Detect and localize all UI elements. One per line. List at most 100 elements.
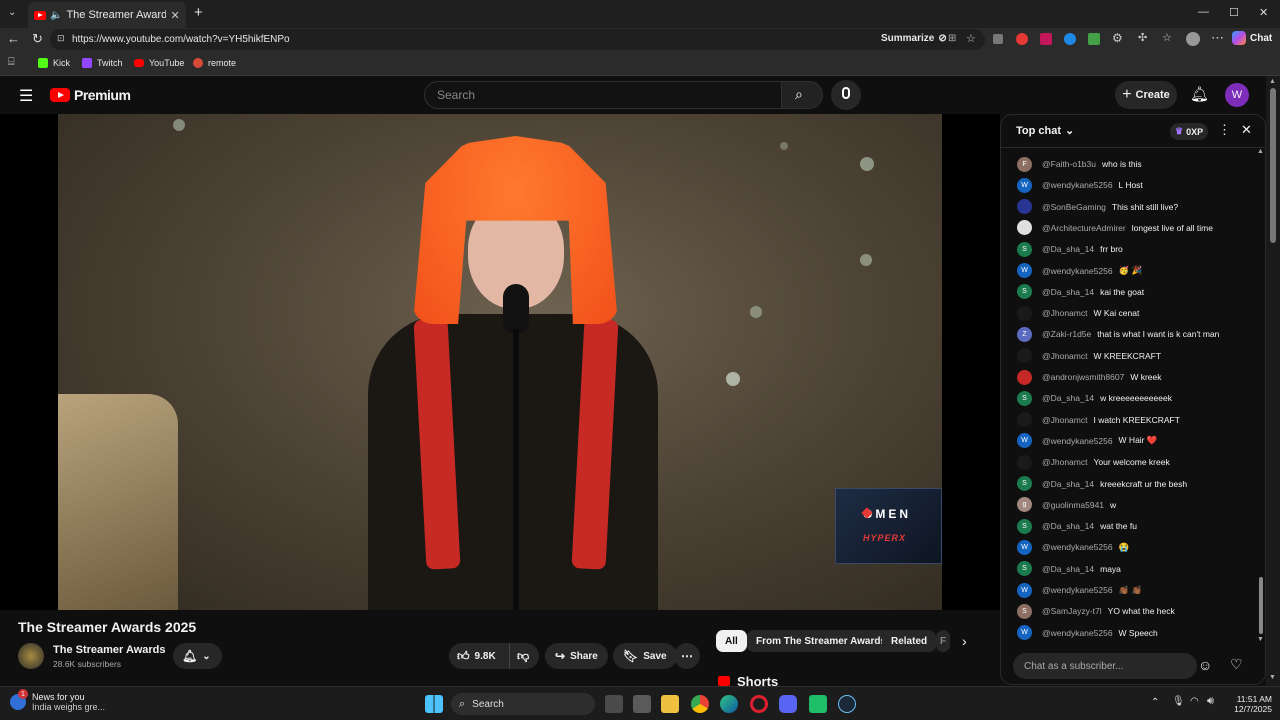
chat-author-name[interactable]: @wendykane5256 xyxy=(1042,436,1113,446)
page-scrollbar[interactable]: ▲ ▼ xyxy=(1266,76,1280,686)
chat-author-avatar[interactable]: F xyxy=(1017,156,1032,172)
create-button[interactable]: + Create xyxy=(1115,81,1177,109)
chat-author-name[interactable]: @Jhonamct xyxy=(1042,457,1087,467)
profile-avatar-icon[interactable] xyxy=(1186,32,1200,46)
chat-input[interactable]: Chat as a subscriber... xyxy=(1013,653,1197,679)
chat-message[interactable]: W @wendykane5256 🥳 🎉 xyxy=(1017,261,1142,281)
new-tab-icon[interactable]: + xyxy=(194,4,203,21)
scroll-down-icon[interactable]: ▼ xyxy=(1269,674,1276,681)
windows-start-icon[interactable] xyxy=(425,695,443,713)
chat-author-avatar[interactable]: g xyxy=(1017,497,1032,513)
chat-author-avatar[interactable]: S xyxy=(1017,603,1032,619)
task-view-icon[interactable] xyxy=(605,695,623,713)
site-info-icon[interactable]: ⊡ xyxy=(57,33,65,44)
chat-message[interactable]: S @Da_sha_14 frr bro xyxy=(1017,239,1123,259)
channel-avatar[interactable] xyxy=(18,643,44,669)
chrome-icon[interactable] xyxy=(691,695,709,713)
search-input[interactable]: Search xyxy=(424,81,782,109)
chat-author-avatar[interactable] xyxy=(1017,454,1032,470)
chat-author-avatar[interactable]: W xyxy=(1017,433,1032,449)
chat-message[interactable]: S @Da_sha_14 kreeekcraft ur the besh xyxy=(1017,474,1187,494)
chat-author-name[interactable]: @wendykane5256 xyxy=(1042,266,1113,276)
extension-icon[interactable] xyxy=(1064,33,1076,45)
youtube-logo[interactable]: Premium xyxy=(50,87,131,103)
tray-microphone-icon[interactable]: 🎙︎ xyxy=(1172,696,1185,707)
extension-icon[interactable] xyxy=(1040,33,1052,45)
menu-hamburger-icon[interactable]: ☰ xyxy=(19,86,33,106)
channel-name[interactable]: The Streamer Awards xyxy=(53,644,166,656)
chat-message[interactable]: @Jhonamct Your welcome kreek xyxy=(1017,452,1170,472)
search-button[interactable]: ⌕ xyxy=(781,81,823,109)
chat-message[interactable]: F @Faith-o1b3u who is this xyxy=(1017,154,1142,174)
chat-author-name[interactable]: @Jhonamct xyxy=(1042,415,1087,425)
audio-icon[interactable]: 🔈 xyxy=(50,10,62,21)
extension-icon[interactable] xyxy=(1016,33,1028,45)
chat-author-name[interactable]: @SamJayzy-t7l xyxy=(1042,606,1102,616)
scroll-up-icon[interactable]: ▲ xyxy=(1269,78,1276,85)
chat-author-avatar[interactable]: W xyxy=(1017,539,1032,555)
chat-author-avatar[interactable]: S xyxy=(1017,284,1032,300)
video-player[interactable]: OMEN HYPERX xyxy=(0,114,1000,610)
chat-message[interactable]: S @Da_sha_14 kai the goat xyxy=(1017,282,1144,302)
chat-author-avatar[interactable]: Z xyxy=(1017,326,1032,342)
settings-gear-icon[interactable]: ⚙ xyxy=(1112,31,1123,45)
chat-author-avatar[interactable]: S xyxy=(1017,241,1032,257)
chat-more-options-icon[interactable]: ⋮ xyxy=(1218,122,1231,138)
chat-author-name[interactable]: @Faith-o1b3u xyxy=(1042,159,1096,169)
chat-author-name[interactable]: @Da_sha_14 xyxy=(1042,564,1094,574)
chat-author-avatar[interactable]: S xyxy=(1017,390,1032,406)
voice-search-button[interactable] xyxy=(831,80,861,110)
extensions-puzzle-icon[interactable]: ✣ xyxy=(1138,31,1147,44)
browser-tab[interactable]: 🔈 The Streamer Awards 2025 - Y ✕ xyxy=(28,2,186,28)
minimize-icon[interactable]: — xyxy=(1198,6,1209,18)
chat-message[interactable]: S @SamJayzy-t7l YO what the heck xyxy=(1017,601,1175,621)
tray-network-icon[interactable]: ◠ xyxy=(1190,696,1199,707)
edge-icon[interactable] xyxy=(720,695,738,713)
chat-message[interactable]: @ArchitectureAdmirer longest live of all … xyxy=(1017,218,1213,238)
chat-message[interactable]: @Jhonamct I watch KREEKCRAFT xyxy=(1017,410,1180,430)
chat-message[interactable]: W @wendykane5256 👏🏾 👏🏾 xyxy=(1017,580,1142,600)
chat-author-avatar[interactable] xyxy=(1017,369,1032,385)
chat-mode-dropdown[interactable]: Top chat ⌄ xyxy=(1016,124,1074,138)
chat-author-name[interactable]: @Da_sha_14 xyxy=(1042,521,1094,531)
chat-author-avatar[interactable]: W xyxy=(1017,582,1032,598)
chat-scroll-down-icon[interactable]: ▼ xyxy=(1257,636,1264,643)
chat-author-avatar[interactable] xyxy=(1017,220,1032,236)
clock[interactable]: 11:51 AM 12/7/2025 xyxy=(1228,694,1272,714)
more-options-icon[interactable]: ⋯ xyxy=(1211,30,1224,46)
more-actions-button[interactable]: ⋯ xyxy=(674,643,700,669)
tray-volume-icon[interactable]: 🔊︎ xyxy=(1207,695,1214,708)
close-chat-icon[interactable]: ✕ xyxy=(1241,122,1252,138)
favorites-icon[interactable]: ☆ xyxy=(1162,31,1172,44)
bookmark-twitch[interactable]: Twitch xyxy=(82,58,123,68)
chat-author-name[interactable]: @wendykane5256 xyxy=(1042,180,1113,190)
chat-author-name[interactable]: @wendykane5256 xyxy=(1042,628,1113,638)
close-tab-icon[interactable]: ✕ xyxy=(170,9,179,22)
chat-author-avatar[interactable]: S xyxy=(1017,561,1032,577)
app-icon[interactable] xyxy=(809,695,827,713)
file-explorer-icon[interactable] xyxy=(661,695,679,713)
notification-subscribe-button[interactable]: 🔔︎ ⌄ xyxy=(173,643,222,669)
chat-author-name[interactable]: @Da_sha_14 xyxy=(1042,287,1094,297)
chat-message[interactable]: @Jhonamct W Kai cenat xyxy=(1017,303,1139,323)
reading-list-icon[interactable]: ⌸ xyxy=(8,56,15,69)
bookmark-youtube[interactable]: YouTube xyxy=(134,58,184,68)
chat-author-name[interactable]: @Jhonamct xyxy=(1042,351,1087,361)
page-scrollbar-thumb[interactable] xyxy=(1270,88,1276,243)
chat-author-name[interactable]: @Zaki-r1d5e xyxy=(1042,329,1091,339)
widgets-icon[interactable] xyxy=(633,695,651,713)
chat-message[interactable]: S @Da_sha_14 w kreeeeeeeeeeek xyxy=(1017,388,1172,408)
chat-author-name[interactable]: @Da_sha_14 xyxy=(1042,244,1094,254)
chat-message[interactable]: W @wendykane5256 L Host xyxy=(1017,175,1143,195)
chat-author-name[interactable]: @ArchitectureAdmirer xyxy=(1042,223,1126,233)
bookmark-remote[interactable]: remote xyxy=(193,58,236,68)
chat-author-avatar[interactable] xyxy=(1017,305,1032,321)
chat-message[interactable]: Z @Zaki-r1d5e that is what I want is k can… xyxy=(1017,324,1219,344)
chat-author-name[interactable]: @Da_sha_14 xyxy=(1042,393,1094,403)
filter-chip-related[interactable]: Related xyxy=(882,630,937,652)
tray-chevron-up-icon[interactable]: ⌃ xyxy=(1151,697,1159,708)
chat-author-avatar[interactable]: W xyxy=(1017,625,1032,641)
chat-author-name[interactable]: @SonBeGaming xyxy=(1042,202,1106,212)
share-button[interactable]: ↪ Share xyxy=(545,643,608,669)
back-icon[interactable]: ← xyxy=(7,31,20,46)
